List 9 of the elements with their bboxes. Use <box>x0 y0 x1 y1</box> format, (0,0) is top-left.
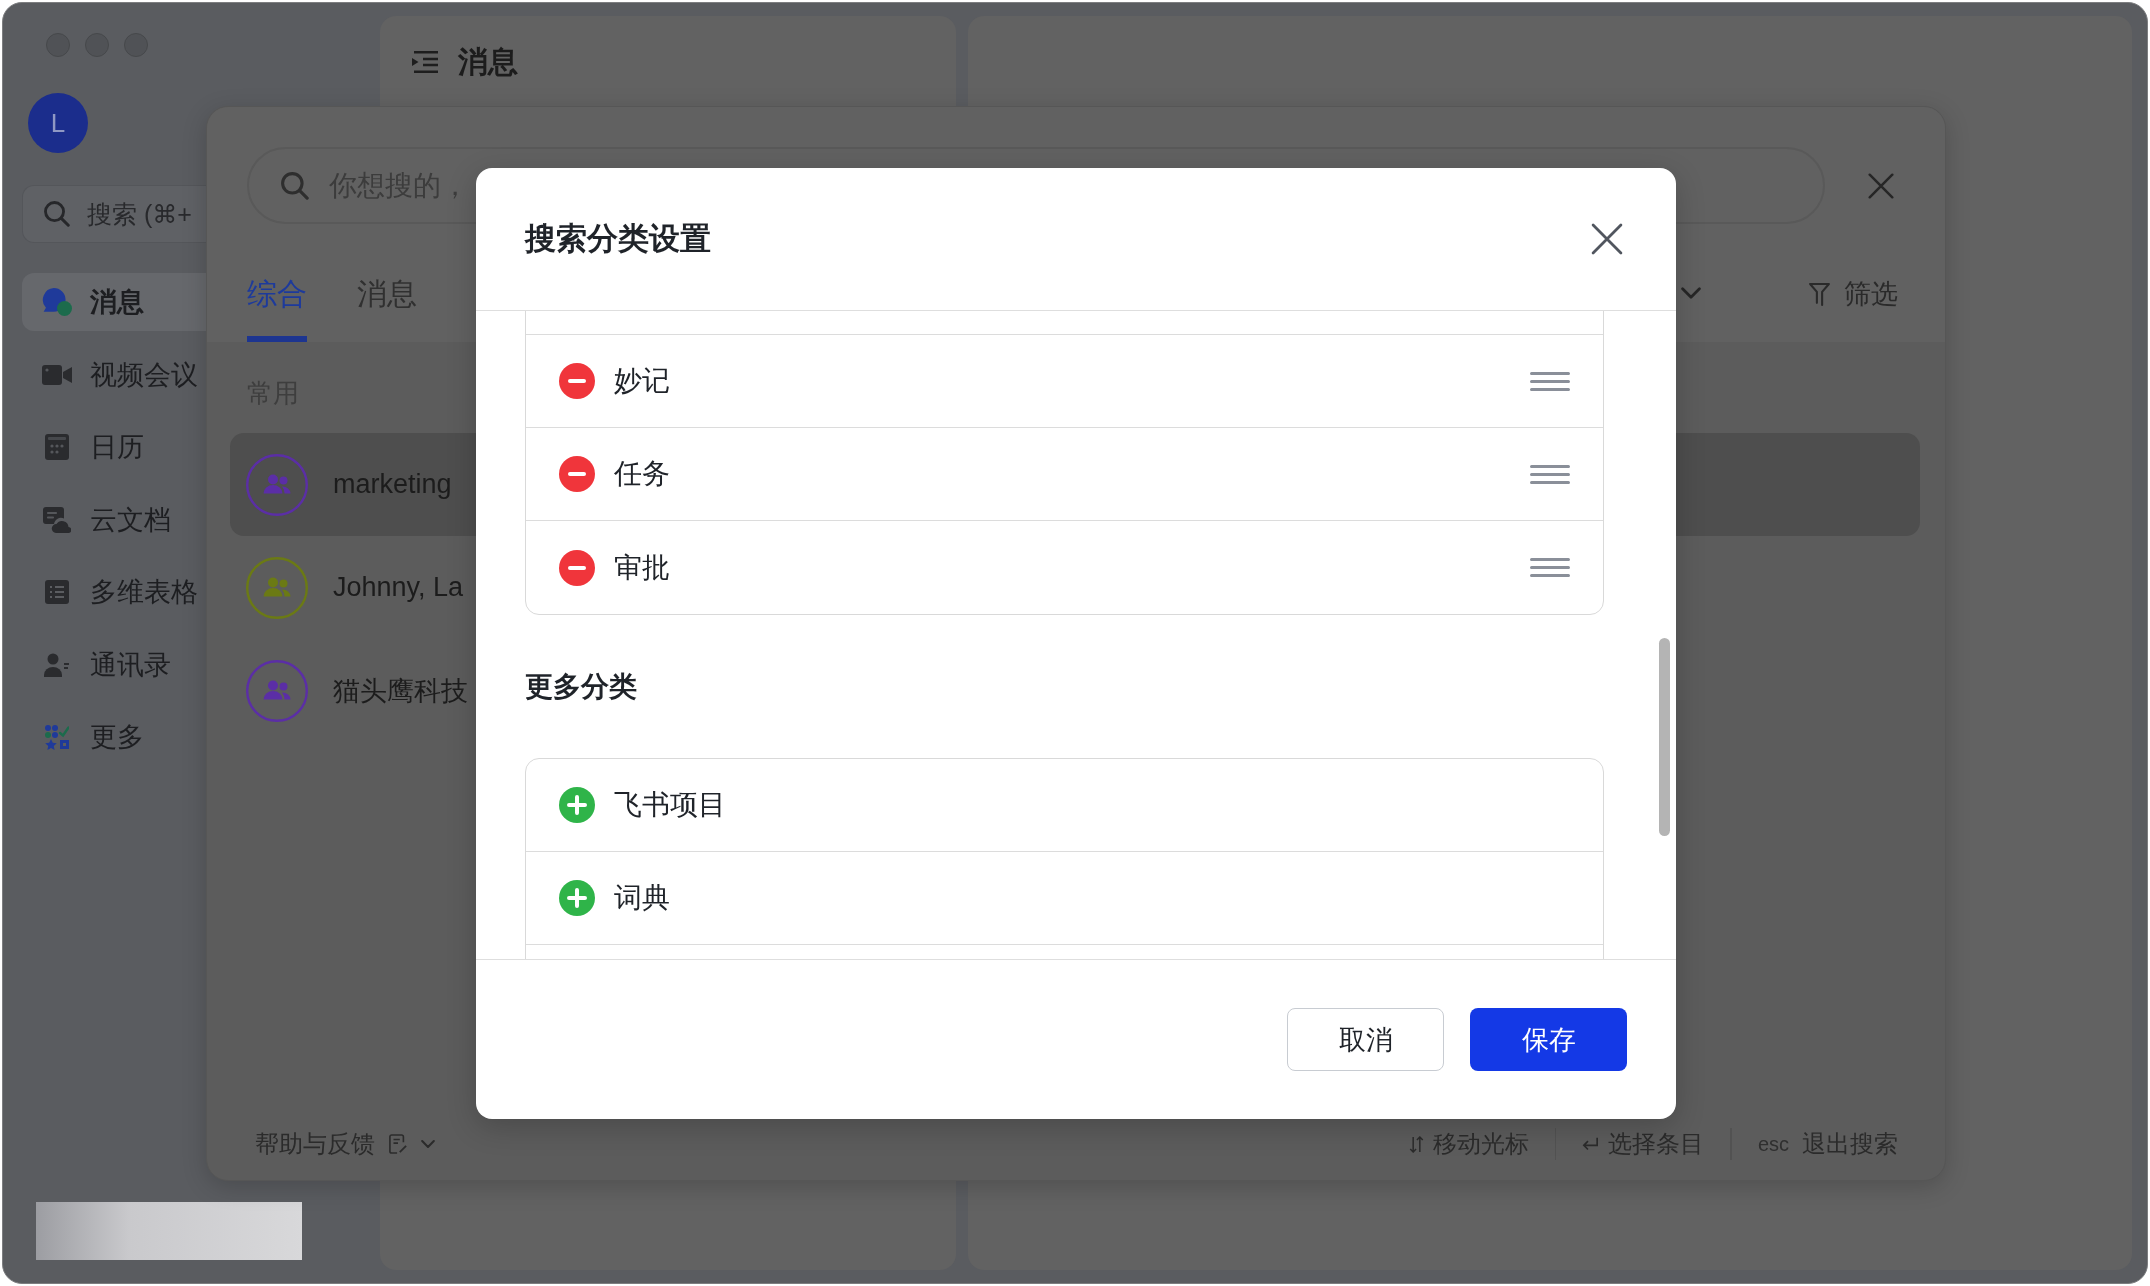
category-label: 妙记 <box>614 364 670 398</box>
result-name: 猫头鹰科技 <box>333 674 468 708</box>
panel-title: 消息 <box>458 43 518 80</box>
category-label: 词典 <box>614 881 670 915</box>
result-name: Johnny, La <box>333 572 464 603</box>
category-label: 飞书项目 <box>614 788 726 822</box>
category-label: 任务 <box>614 457 670 491</box>
category-label: 审批 <box>614 550 670 585</box>
section-title: 更多分类 <box>525 670 637 704</box>
